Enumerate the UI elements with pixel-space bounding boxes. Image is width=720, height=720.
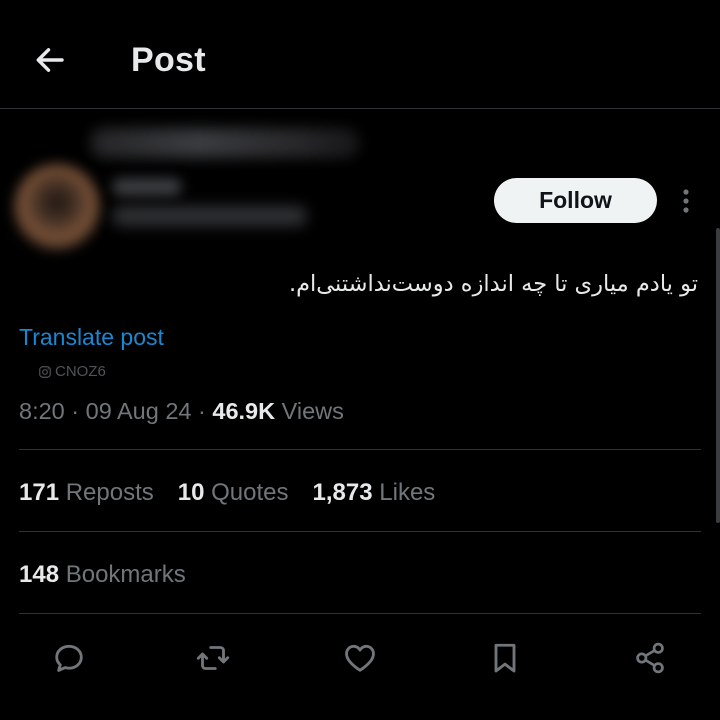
meta-separator: · [71,398,86,424]
more-vertical-icon [683,189,689,213]
bookmarks-divider [19,613,701,614]
views-count: 46.9K [212,398,276,424]
back-button[interactable] [30,40,70,80]
meta-separator: · [198,398,213,424]
more-options-button[interactable] [672,186,700,216]
share-icon [636,642,664,674]
reply-icon [55,644,83,672]
likes-stat[interactable]: 1,873 Likes [313,477,436,509]
top-bar: Post [0,0,720,108]
repost-icon [196,646,230,670]
avatar[interactable] [14,164,100,250]
reply-button[interactable] [47,634,91,682]
views-label: Views [281,398,344,424]
quotes-stat[interactable]: 10 Quotes [178,477,289,509]
bookmarks-count: 148 [19,561,60,588]
share-button[interactable] [628,634,672,682]
bookmark-button[interactable] [483,634,527,682]
reposts-stat[interactable]: 171 Reposts [19,477,154,509]
like-button[interactable] [338,634,382,682]
author-name-blurred[interactable] [112,178,182,196]
social-context-blurred [90,128,360,158]
page-title: Post [131,41,206,79]
instagram-icon [39,366,51,378]
arrow-left-icon [36,48,64,72]
translate-post-link[interactable]: Translate post [19,322,164,352]
action-bar [0,634,720,684]
stats-divider [19,531,701,532]
bookmark-icon [494,643,516,673]
post-time[interactable]: 8:20 [19,398,65,424]
post-meta: 8:20 · 09 Aug 24 · 46.9K Views [19,395,344,427]
header-divider [0,108,720,109]
repost-button[interactable] [191,634,235,682]
scrollbar[interactable] [716,228,720,523]
bookmarks-label: Bookmarks [65,561,186,588]
engagement-stats: 171 Reposts 10 Quotes 1,873 Likes [19,477,459,509]
follow-button[interactable]: Follow [494,178,657,223]
meta-divider [19,449,701,450]
watermark-text: CNOZ6 [55,363,106,380]
heart-icon [345,644,375,672]
post-date[interactable]: 09 Aug 24 [86,398,192,424]
post-text: تو یادم میاری تا چه اندازه دوست‌نداشتنی‌… [288,271,698,297]
bookmarks-stat[interactable]: 148 Bookmarks [19,559,186,591]
watermark: CNOZ6 [38,363,106,381]
author-handle-blurred[interactable] [112,206,307,226]
